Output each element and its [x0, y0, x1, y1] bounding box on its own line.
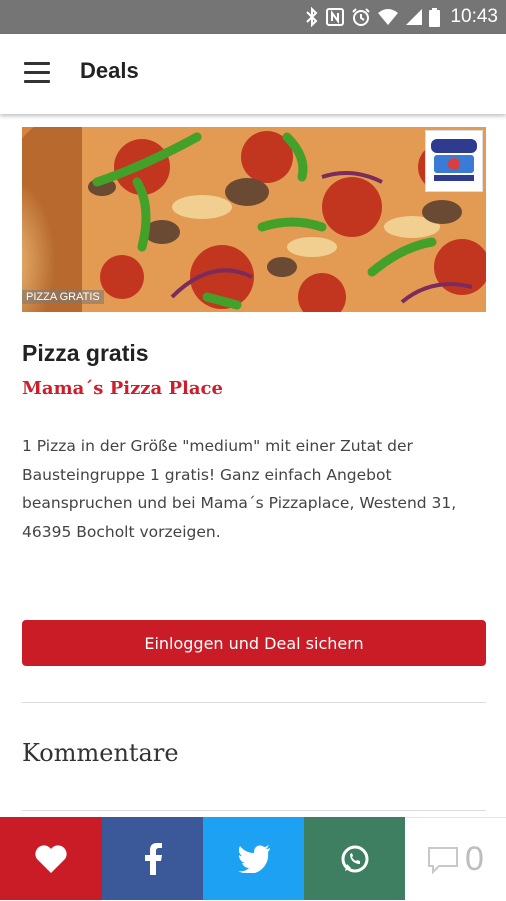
bluetooth-icon: [306, 7, 318, 27]
share-twitter-button[interactable]: [203, 817, 304, 900]
status-time: 10:43: [450, 6, 498, 27]
like-button[interactable]: [0, 817, 102, 900]
share-facebook-button[interactable]: [102, 817, 203, 900]
divider: [22, 810, 486, 811]
cell-signal-icon: [406, 9, 423, 25]
pizza-image: [22, 127, 486, 312]
page-title: Deals: [80, 58, 139, 83]
heart-icon: [35, 844, 67, 873]
merchant-logo: [425, 130, 483, 192]
status-bar: 10:43: [0, 0, 506, 34]
merchant-name[interactable]: Mama´s Pizza Place: [22, 378, 223, 399]
status-icons: 10:43: [305, 6, 498, 28]
alarm-icon: [352, 8, 371, 26]
comments-heading: Kommentare: [22, 739, 179, 767]
login-and-claim-deal-button[interactable]: Einloggen und Deal sichern: [22, 620, 486, 666]
wifi-icon: [378, 9, 399, 25]
menu-icon[interactable]: [24, 62, 52, 84]
nfc-icon: [326, 8, 345, 26]
battery-icon: [429, 7, 441, 27]
twitter-icon: [237, 844, 270, 873]
deal-title: Pizza gratis: [22, 340, 149, 366]
deal-image: PIZZA GRATIS: [22, 127, 486, 312]
app-bar: Deals: [0, 34, 506, 114]
share-bar: 0: [0, 817, 506, 901]
facebook-icon: [144, 842, 162, 875]
comment-count: 0: [465, 840, 484, 878]
image-tag: PIZZA GRATIS: [22, 290, 104, 304]
divider: [22, 702, 486, 703]
comment-icon: [428, 846, 459, 874]
comments-button[interactable]: 0: [405, 817, 506, 901]
deal-description: 1 Pizza in der Größe "medium" mit einer …: [22, 437, 457, 541]
whatsapp-icon: [341, 845, 368, 872]
share-whatsapp-button[interactable]: [304, 817, 405, 900]
logo-graphic: [431, 139, 477, 181]
